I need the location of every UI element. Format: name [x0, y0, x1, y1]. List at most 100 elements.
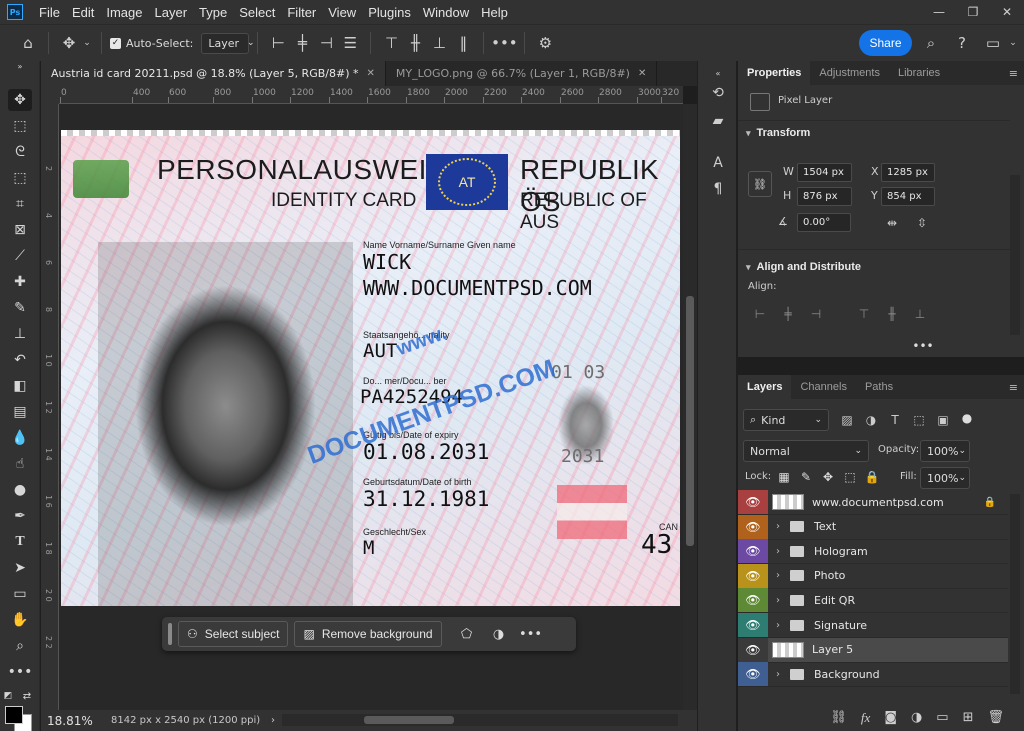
frame-tool-icon[interactable]: ⊠: [8, 219, 32, 241]
tab-properties[interactable]: Properties: [738, 61, 811, 85]
clone-stamp-tool-icon[interactable]: ⊥: [8, 323, 32, 345]
panel-menu-icon[interactable]: ≡: [1009, 67, 1018, 80]
blur-tool-icon[interactable]: 💧: [8, 427, 32, 449]
add-mask-icon[interactable]: ◙: [884, 710, 897, 725]
swap-colors-icon[interactable]: ⇄: [20, 685, 34, 707]
pen-tool-icon[interactable]: ✒: [8, 505, 32, 527]
align-bottom-icon[interactable]: ⊥: [912, 306, 928, 322]
history-brush-tool-icon[interactable]: ↶: [8, 349, 32, 371]
comments-icon[interactable]: ▰: [708, 111, 728, 131]
transform-section-header[interactable]: ▾ Transform: [738, 122, 810, 144]
paragraph-icon[interactable]: ¶: [708, 179, 728, 199]
layer-row[interactable]: 👁 › Photo: [738, 563, 1008, 589]
menu-view[interactable]: View: [322, 5, 362, 20]
lasso-tool-icon[interactable]: ᘓ: [8, 141, 32, 163]
history-icon[interactable]: ⟲: [708, 83, 728, 103]
blend-mode-select[interactable]: Normal ⌄: [743, 440, 869, 462]
select-subject-button[interactable]: ⚇ Select subject: [178, 621, 289, 647]
rectangle-tool-icon[interactable]: ▭: [8, 583, 32, 605]
align-right-icon[interactable]: ⊣: [314, 31, 338, 55]
visibility-eye-icon[interactable]: 👁: [738, 539, 768, 564]
filter-adjustment-icon[interactable]: ◑: [863, 412, 879, 428]
align-section-header[interactable]: ▾ Align and Distribute: [738, 256, 861, 278]
move-tool-icon[interactable]: ✥: [8, 89, 32, 111]
chevron-down-icon[interactable]: ⌄: [81, 31, 93, 55]
remove-background-button[interactable]: ▨ Remove background: [294, 621, 442, 647]
more-icon[interactable]: •••: [491, 31, 518, 55]
horizontal-scrollbar[interactable]: [282, 714, 678, 726]
path-select-tool-icon[interactable]: ➤: [8, 557, 32, 579]
close-icon[interactable]: ✕: [638, 68, 646, 79]
zoom-tool-icon[interactable]: ⌕: [8, 635, 32, 657]
fill-input[interactable]: 100% ⌄: [920, 467, 970, 489]
eraser-tool-icon[interactable]: ◧: [8, 375, 32, 397]
width-input[interactable]: 1504 px: [797, 163, 852, 182]
align-left-icon[interactable]: ⊢: [266, 31, 290, 55]
gradient-tool-icon[interactable]: ▤: [8, 401, 32, 423]
distribute-v-icon[interactable]: ‖: [451, 31, 475, 55]
lock-pixels-icon[interactable]: ✎: [798, 469, 814, 485]
marquee-tool-icon[interactable]: ⬚: [8, 115, 32, 137]
chevron-right-icon[interactable]: ›: [772, 521, 784, 532]
filter-pixel-icon[interactable]: ▨: [839, 412, 855, 428]
menu-edit[interactable]: Edit: [66, 5, 100, 20]
visibility-eye-icon[interactable]: 👁: [738, 514, 768, 539]
flip-vertical-icon[interactable]: ⇳: [914, 215, 930, 231]
object-select-tool-icon[interactable]: ⬚: [8, 167, 32, 189]
lock-artboard-icon[interactable]: ⬚: [842, 469, 858, 485]
distribute-icon[interactable]: ☰: [338, 31, 362, 55]
tab-libraries[interactable]: Libraries: [889, 61, 949, 85]
layer-row[interactable]: 👁 Layer 5: [738, 637, 1008, 663]
tab-austria-id-card[interactable]: Austria id card 20211.psd @ 18.8% (Layer…: [41, 61, 386, 86]
tab-channels[interactable]: Channels: [791, 375, 855, 399]
menu-plugins[interactable]: Plugins: [362, 5, 417, 20]
menu-filter[interactable]: Filter: [281, 5, 322, 20]
more-icon[interactable]: •••: [912, 338, 933, 354]
auto-select-target-select[interactable]: Layer ⌄: [201, 32, 255, 54]
restore-icon[interactable]: ❐: [956, 0, 990, 24]
tab-my-logo[interactable]: MY_LOGO.png @ 66.7% (Layer 1, RGB/8#) ✕: [386, 61, 658, 86]
lock-transparency-icon[interactable]: ▦: [776, 469, 792, 485]
eyedropper-tool-icon[interactable]: ⟋: [8, 245, 32, 267]
hand-tool-icon[interactable]: ✋: [8, 609, 32, 631]
more-tools-icon[interactable]: •••: [8, 661, 33, 683]
auto-select-checkbox[interactable]: ✓: [110, 37, 121, 49]
collapse-arrows-icon[interactable]: «: [708, 63, 728, 83]
chevron-right-icon[interactable]: ›: [772, 546, 784, 557]
layer-row[interactable]: 👁 › Text: [738, 514, 1008, 540]
new-group-icon[interactable]: ▭: [936, 710, 948, 725]
layer-row[interactable]: 👁 › Signature: [738, 613, 1008, 638]
align-top-icon[interactable]: ⊤: [856, 306, 872, 322]
tab-layers[interactable]: Layers: [738, 375, 792, 399]
vertical-scrollbar[interactable]: [683, 104, 697, 710]
panel-menu-icon[interactable]: ≡: [1009, 381, 1018, 394]
visibility-eye-icon[interactable]: 👁: [738, 662, 768, 687]
smudge-tool-icon[interactable]: ☝: [8, 453, 32, 475]
link-layers-icon[interactable]: ⛓: [830, 710, 847, 725]
filter-type-icon[interactable]: T: [887, 412, 903, 428]
new-adjustment-layer-icon[interactable]: ◑: [911, 710, 922, 725]
share-button[interactable]: Share: [859, 30, 912, 56]
tab-adjustments[interactable]: Adjustments: [810, 61, 889, 85]
layer-row[interactable]: 👁 www.documentpsd.com 🔒: [738, 490, 1008, 515]
visibility-eye-icon[interactable]: 👁: [738, 588, 768, 613]
flip-horizontal-icon[interactable]: ⇹: [884, 215, 900, 231]
opacity-input[interactable]: 100% ⌄: [920, 440, 970, 462]
scroll-thumb[interactable]: [686, 296, 694, 546]
lock-all-icon[interactable]: 🔒: [864, 469, 880, 485]
layer-row[interactable]: 👁 › Background: [738, 662, 1008, 688]
search-icon[interactable]: ⌕: [921, 33, 941, 53]
lock-position-icon[interactable]: ✥: [820, 469, 836, 485]
layer-row[interactable]: 👁 › Hologram: [738, 539, 1008, 565]
align-bottom-icon[interactable]: ⊥: [427, 31, 451, 55]
visibility-eye-icon[interactable]: 👁: [738, 563, 768, 588]
close-icon[interactable]: ✕: [990, 0, 1024, 24]
menu-window[interactable]: Window: [417, 5, 475, 20]
home-icon[interactable]: ⌂: [16, 31, 40, 55]
menu-layer[interactable]: Layer: [149, 5, 194, 20]
align-vcenter-icon[interactable]: ╫: [884, 306, 900, 322]
chevron-right-icon[interactable]: ›: [772, 595, 784, 606]
settings-gear-icon[interactable]: ⚙: [533, 31, 557, 55]
dodge-tool-icon[interactable]: ●: [8, 479, 32, 501]
align-right-icon[interactable]: ⊣: [808, 306, 824, 322]
